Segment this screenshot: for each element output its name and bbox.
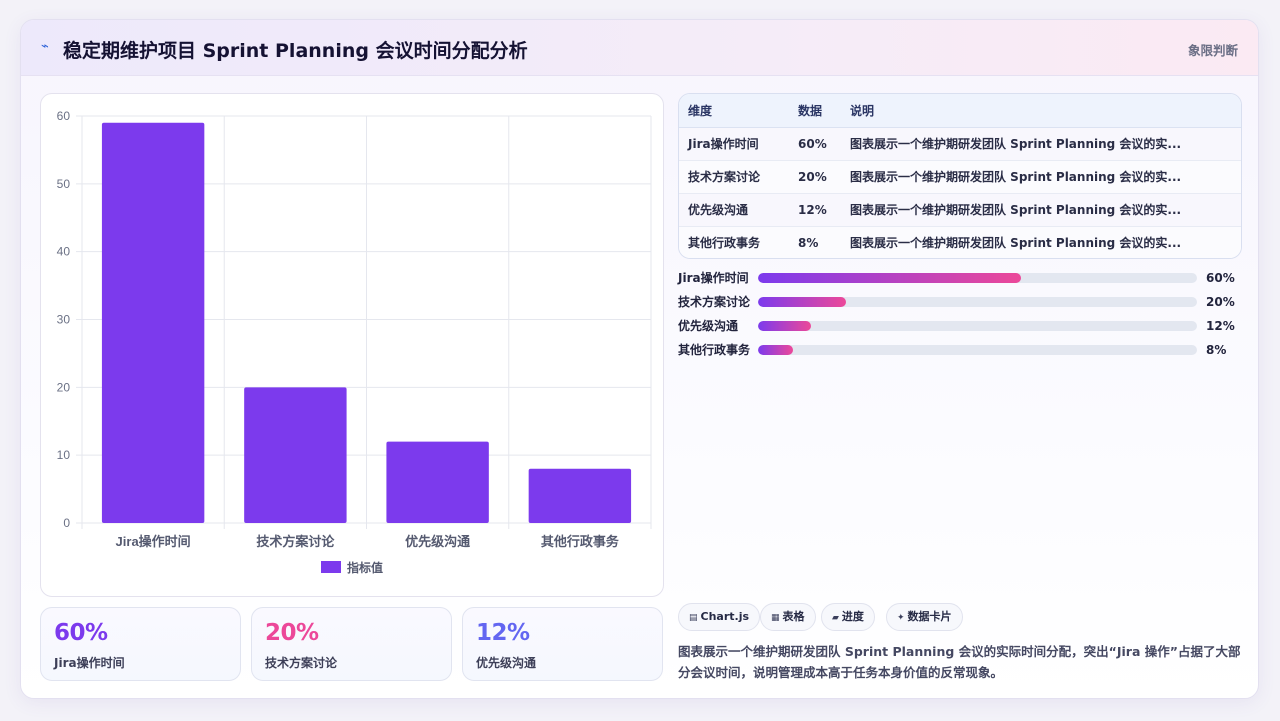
table-row: 技术方案讨论 20% 图表展示一个维护期研发团队 Sprint Planning… [679, 160, 1241, 194]
progress-row: 技术方案讨论 20% [678, 294, 1242, 310]
y-tick-label: 30 [57, 313, 71, 327]
progress-icon: ▰ [832, 613, 839, 623]
progress-fill [758, 273, 1022, 283]
legend-swatch [321, 561, 341, 573]
table-row: 优先级沟通 12% 图表展示一个维护期研发团队 Sprint Planning … [679, 193, 1241, 227]
chip-label: Chart.js [700, 610, 750, 623]
stat-card: 12% 优先级沟通 [462, 607, 663, 681]
progress-label: 技术方案讨论 [678, 295, 751, 309]
bar-chart-svg: 0 10 20 30 40 50 60 Jira操作时间 技术方案讨论 优先级沟通 其他行政事务指标… [57, 109, 652, 575]
progress-row: Jira操作时间 60% [678, 270, 1242, 286]
stat-value: 60% [54, 620, 108, 646]
page-title: 稳定期维护项目 Sprint Planning 会议时间分配分析 [63, 40, 528, 62]
table-cell: 60% [789, 127, 841, 161]
stat-label: Jira操作时间 [54, 656, 125, 670]
table-header: 维度 [679, 94, 789, 128]
progress-track [758, 273, 1197, 283]
chip-progress[interactable]: ▰ 进度 [821, 603, 875, 631]
table-cell: 图表展示一个维护期研发团队 Sprint Planning 会议的实... [841, 127, 1241, 161]
progress-percent: 12% [1206, 319, 1235, 333]
bar [386, 441, 489, 523]
table-cell: 图表展示一个维护期研发团队 Sprint Planning 会议的实... [841, 193, 1241, 227]
progress-row: 其他行政事务 8% [678, 342, 1242, 358]
header: ⌁ 稳定期维护项目 Sprint Planning 会议时间分配分析 象限判断 [21, 20, 1258, 76]
data-table: 维度 数据 说明 Jira操作时间 60% 图表展示一个维护期研发团队 Spri… [678, 93, 1242, 259]
table-cell: 8% [789, 226, 841, 258]
summary-text: 图表展示一个维护期研发团队 Sprint Planning 会议的实际时间分配，… [678, 644, 1241, 680]
stat-label: 优先级沟通 [476, 656, 537, 670]
x-tick-label: 优先级沟通 [405, 534, 470, 549]
stat-label: 技术方案讨论 [265, 656, 338, 670]
progress-label: 优先级沟通 [678, 319, 739, 333]
table-cell: Jira操作时间 [679, 127, 789, 161]
progress-label: Jira操作时间 [678, 271, 749, 285]
progress-percent: 20% [1206, 295, 1235, 309]
dashboard-card: ⌁ 稳定期维护项目 Sprint Planning 会议时间分配分析 象限判断 … [20, 19, 1259, 699]
x-tick-label: 技术方案讨论 [256, 534, 335, 549]
table-cell: 其他行政事务 [679, 226, 789, 258]
chip-data-cards[interactable]: ✦ 数据卡片 [886, 603, 963, 631]
stat-value: 12% [476, 620, 530, 646]
x-tick-label: Jira操作时间 [116, 534, 191, 549]
table-cell: 优先级沟通 [679, 193, 789, 227]
progress-fill [758, 321, 811, 331]
table-cell: 技术方案讨论 [679, 160, 789, 194]
stat-value: 20% [265, 620, 319, 646]
y-tick-label: 40 [57, 245, 71, 259]
trend-icon: ⌁ [41, 39, 49, 54]
sparkle-icon: ✦ [897, 613, 905, 623]
chip-label: 数据卡片 [907, 610, 952, 623]
progress-track [758, 321, 1197, 331]
table-row: Jira操作时间 60% 图表展示一个维护期研发团队 Sprint Planni… [679, 127, 1241, 161]
progress-fill [758, 345, 794, 355]
chip-chartjs[interactable]: ▤ Chart.js [678, 603, 761, 631]
bar [528, 468, 632, 523]
chip-table[interactable]: ▦ 表格 [760, 603, 816, 631]
x-tick-label: 其他行政事务 [541, 534, 620, 549]
chart-icon: ▤ [689, 613, 698, 623]
bar [244, 387, 347, 523]
y-tick-label: 10 [57, 448, 71, 462]
progress-label: 其他行政事务 [678, 343, 751, 357]
chip-label: 进度 [841, 610, 864, 623]
bar [101, 122, 205, 524]
table-cell: 12% [789, 193, 841, 227]
legend-label: 指标值 [347, 560, 383, 575]
bar-chart: 0 10 20 30 40 50 60 Jira操作时间 技术方案讨论 优先级沟通 其他行政事务指标… [40, 93, 664, 597]
table-cell: 20% [789, 160, 841, 194]
table-row: 其他行政事务 8% 图表展示一个维护期研发团队 Sprint Planning … [679, 226, 1241, 258]
header-tag: 象限判断 [1187, 43, 1238, 58]
y-tick-label: 60 [57, 109, 71, 123]
chip-label: 表格 [782, 610, 805, 623]
y-tick-label: 0 [63, 516, 70, 530]
progress-track [758, 297, 1197, 307]
y-tick-label: 50 [57, 177, 71, 191]
table-header: 说明 [841, 94, 1241, 128]
table-cell: 图表展示一个维护期研发团队 Sprint Planning 会议的实... [841, 226, 1241, 258]
table-header: 数据 [789, 94, 841, 128]
stat-card: 60% Jira操作时间 [40, 607, 241, 681]
table-icon: ▦ [771, 613, 780, 623]
progress-percent: 60% [1206, 271, 1235, 285]
progress-row: 优先级沟通 12% [678, 318, 1242, 334]
y-tick-label: 20 [57, 380, 71, 394]
progress-track [758, 345, 1197, 355]
progress-fill [758, 297, 846, 307]
table-cell: 图表展示一个维护期研发团队 Sprint Planning 会议的实... [841, 160, 1241, 194]
stat-card: 20% 技术方案讨论 [251, 607, 452, 681]
progress-percent: 8% [1206, 343, 1227, 357]
